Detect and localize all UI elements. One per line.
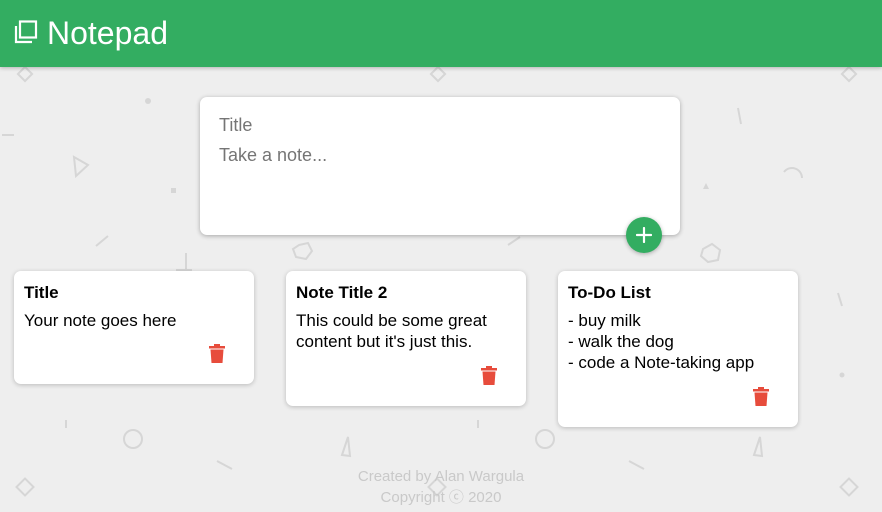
note-content: - buy milk - walk the dog - code a Note-… (568, 311, 755, 372)
add-note-button[interactable] (626, 217, 662, 253)
footer-copyright: Copyright ⓒ 2020 (380, 489, 502, 506)
notes-icon (14, 20, 38, 44)
trash-icon (209, 344, 225, 363)
page-footer: Created by Alan Wargula Copyright ⓒ 2020 (0, 466, 882, 508)
plus-icon (636, 227, 652, 243)
note-title: Title (24, 283, 59, 302)
delete-note-button[interactable] (480, 366, 498, 386)
note-content: Your note goes here (24, 311, 177, 330)
trash-icon (753, 387, 769, 406)
note-title: Note Title 2 (296, 283, 388, 302)
note-title: To-Do List (568, 283, 651, 302)
note-content-input[interactable] (219, 145, 659, 215)
note-title-input[interactable] (219, 115, 659, 136)
app-title: Notepad (47, 15, 168, 51)
footer-credit: Created by Alan Wargula (357, 468, 525, 485)
note-composer (200, 97, 680, 235)
trash-icon (481, 366, 497, 385)
note-card: Title Your note goes here (14, 271, 254, 384)
background-pattern (2, 65, 859, 497)
delete-note-button[interactable] (208, 344, 226, 364)
app-header: Notepad (0, 0, 882, 67)
note-card: To-Do List - buy milk - walk the dog - c… (558, 271, 798, 427)
delete-note-button[interactable] (752, 387, 770, 407)
note-card: Note Title 2 This could be some great co… (286, 271, 526, 406)
note-content: This could be some great content but it'… (296, 311, 487, 351)
